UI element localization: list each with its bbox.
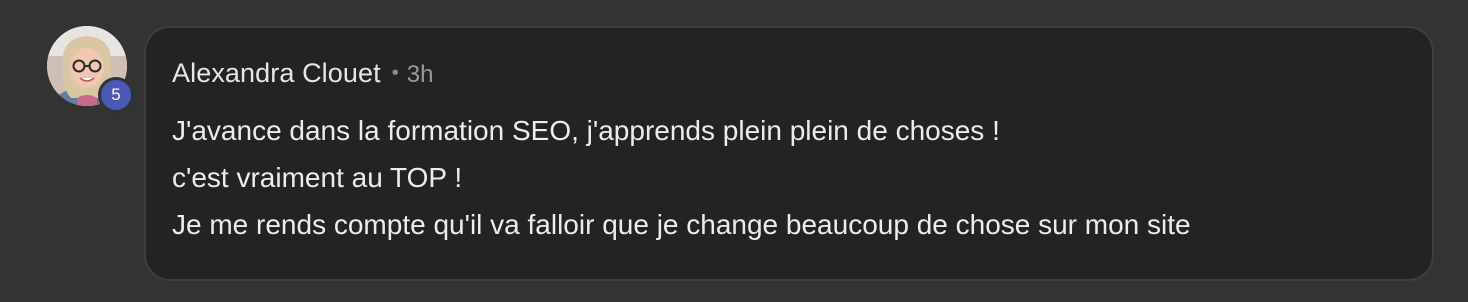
comment-line: Je me rends compte qu'il va falloir que … [172, 209, 1191, 240]
comment-timestamp[interactable]: 3h [407, 61, 434, 89]
comment-line: c'est vraiment au TOP ! [172, 162, 463, 193]
avatar-container[interactable]: 5 [47, 26, 134, 113]
comment-meta: Alexandra Clouet • 3h [172, 58, 433, 89]
comment-line: J'avance dans la formation SEO, j'appren… [172, 115, 1000, 146]
meta-separator: • [391, 62, 399, 84]
level-badge: 5 [98, 77, 134, 113]
comment-item: 5 Alexandra Clouet • 3h J'avance dans la… [0, 0, 1468, 302]
comment-text: J'avance dans la formation SEO, j'appren… [172, 112, 1191, 253]
comment-bubble: Alexandra Clouet • 3h J'avance dans la f… [144, 26, 1434, 281]
author-name[interactable]: Alexandra Clouet [172, 58, 381, 89]
